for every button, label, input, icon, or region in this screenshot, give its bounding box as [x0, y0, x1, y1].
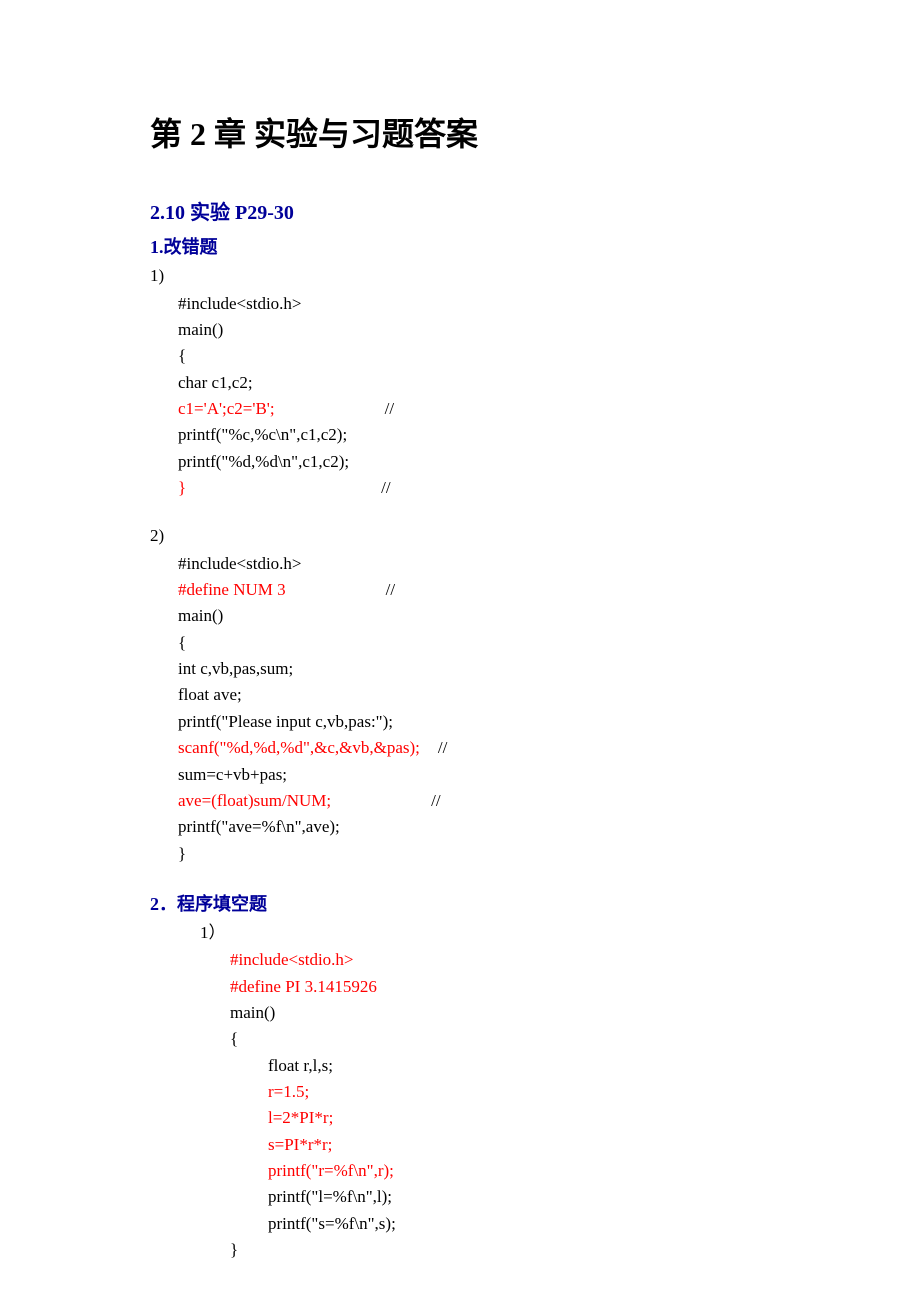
- code-line: } //: [178, 475, 770, 501]
- code-line: main(): [230, 1000, 770, 1026]
- item-3-number: 1）: [150, 920, 770, 946]
- code-line: s=PI*r*r;: [230, 1132, 770, 1158]
- code-line: sum=c+vb+pas;: [178, 762, 770, 788]
- code-line: int c,vb,pas,sum;: [178, 656, 770, 682]
- code-line: float r,l,s;: [230, 1053, 770, 1079]
- code-line: #include<stdio.h>: [178, 291, 770, 317]
- code-line: float ave;: [178, 682, 770, 708]
- comment-marker: //: [431, 791, 440, 810]
- code-line: r=1.5;: [230, 1079, 770, 1105]
- code-block-1: #include<stdio.h> main() { char c1,c2; c…: [150, 291, 770, 502]
- code-line: }: [178, 841, 770, 867]
- subsection-2-title: 2．程序填空题: [150, 891, 770, 918]
- code-line: {: [178, 343, 770, 369]
- code-line: ave=(float)sum/NUM; //: [178, 788, 770, 814]
- code-line: printf("%d,%d\n",c1,c2);: [178, 449, 770, 475]
- code-line: #define NUM 3 //: [178, 577, 770, 603]
- code-corrected: ave=(float)sum/NUM;: [178, 791, 331, 810]
- code-line: printf("ave=%f\n",ave);: [178, 814, 770, 840]
- subsection-1-title: 1.改错题: [150, 234, 770, 261]
- code-line: printf("l=%f\n",l);: [230, 1184, 770, 1210]
- item-2-number: 2): [150, 523, 770, 549]
- code-corrected: }: [178, 478, 186, 497]
- item-1-number: 1): [150, 263, 770, 289]
- code-line: #include<stdio.h>: [230, 947, 770, 973]
- code-line: printf("s=%f\n",s);: [230, 1211, 770, 1237]
- comment-marker: //: [381, 478, 390, 497]
- code-line: #include<stdio.h>: [178, 551, 770, 577]
- code-line: printf("r=%f\n",r);: [230, 1158, 770, 1184]
- code-line: main(): [178, 603, 770, 629]
- code-line: printf("Please input c,vb,pas:");: [178, 709, 770, 735]
- code-line: c1='A';c2='B'; //: [178, 396, 770, 422]
- comment-marker: //: [386, 580, 395, 599]
- code-corrected: scanf("%d,%d,%d",&c,&vb,&pas);: [178, 738, 420, 757]
- code-line: main(): [178, 317, 770, 343]
- code-line: {: [230, 1026, 770, 1052]
- code-line: printf("%c,%c\n",c1,c2);: [178, 422, 770, 448]
- code-corrected: c1='A';c2='B';: [178, 399, 275, 418]
- chapter-title: 第 2 章 实验与习题答案: [150, 110, 770, 158]
- code-line: {: [178, 630, 770, 656]
- section-title: 2.10 实验 P29-30: [150, 198, 770, 228]
- code-block-3: #include<stdio.h> #define PI 3.1415926 m…: [150, 947, 770, 1263]
- code-line: }: [230, 1237, 770, 1263]
- comment-marker: //: [438, 738, 447, 757]
- code-block-2: #include<stdio.h> #define NUM 3 // main()…: [150, 551, 770, 867]
- code-line: char c1,c2;: [178, 370, 770, 396]
- code-corrected: #define NUM 3: [178, 580, 286, 599]
- code-line: scanf("%d,%d,%d",&c,&vb,&pas); //: [178, 735, 770, 761]
- code-line: l=2*PI*r;: [230, 1105, 770, 1131]
- comment-marker: //: [385, 399, 394, 418]
- code-line: #define PI 3.1415926: [230, 974, 770, 1000]
